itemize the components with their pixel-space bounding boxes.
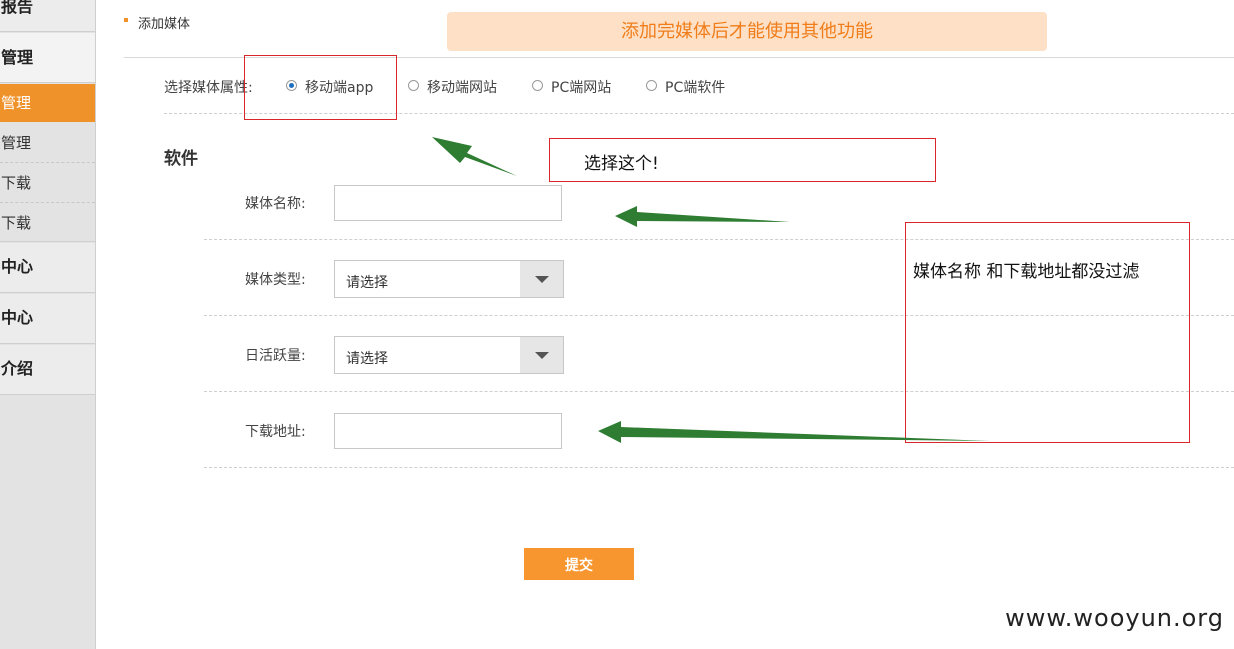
arrow-to-media-name	[615, 206, 790, 227]
arrow-to-download-url	[598, 421, 990, 443]
annotation-arrows	[432, 137, 990, 443]
watermark: www.wooyun.org	[1005, 604, 1224, 632]
arrow-to-radio	[432, 137, 517, 176]
